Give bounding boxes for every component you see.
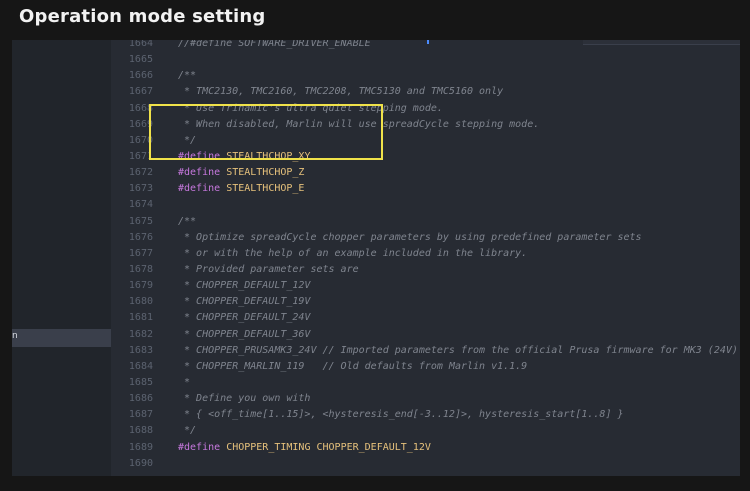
define-keyword: #define bbox=[178, 183, 221, 195]
line-number: 1687 bbox=[128, 409, 153, 421]
macro-name: STEALTHCHOP_E bbox=[226, 183, 305, 195]
line-number: 1666 bbox=[128, 70, 153, 82]
line-number: 1672 bbox=[128, 167, 153, 179]
code-comment: * Provided parameter sets are bbox=[178, 263, 359, 275]
code-comment: * CHOPPER_DEFAULT_36V bbox=[178, 328, 311, 340]
code-line[interactable]: 1690 bbox=[111, 456, 738, 472]
line-number: 1667 bbox=[128, 86, 153, 98]
code-comment: /** bbox=[178, 215, 197, 227]
line-number: 1679 bbox=[128, 280, 153, 292]
sidebar-selected-item[interactable]: n bbox=[12, 329, 111, 347]
sidebar-item-label: n bbox=[12, 331, 18, 341]
code-line[interactable]: 1684 * CHOPPER_MARLIN_119 // Old default… bbox=[111, 359, 738, 375]
code-line[interactable]: 1680 * CHOPPER_DEFAULT_19V bbox=[111, 294, 738, 310]
code-comment: * bbox=[178, 376, 191, 388]
define-keyword: #define bbox=[178, 167, 221, 179]
code-line[interactable]: 1686 * Define you own with bbox=[111, 391, 738, 407]
page-header: Operation mode setting bbox=[0, 0, 750, 40]
code-line[interactable]: 1675 /** bbox=[111, 214, 738, 230]
code-comment: * or with the help of an example include… bbox=[178, 247, 528, 259]
file-tree-sidebar: n bbox=[12, 40, 111, 476]
code-comment: */ bbox=[178, 425, 197, 437]
line-number: 1676 bbox=[128, 231, 153, 243]
code-line[interactable]: 1665 bbox=[111, 52, 738, 68]
line-number: 1678 bbox=[128, 263, 153, 275]
code-comment: * CHOPPER_PRUSAMK3_24V // Imported param… bbox=[178, 344, 738, 356]
code-comment: * Optimize spreadCycle chopper parameter… bbox=[178, 231, 642, 243]
code-line[interactable]: 1688 */ bbox=[111, 423, 738, 439]
code-comment: * CHOPPER_DEFAULT_24V bbox=[178, 312, 311, 324]
code-comment: /** bbox=[178, 70, 197, 82]
code-comment: * TMC2130, TMC2160, TMC2208, TMC5130 and… bbox=[178, 86, 504, 98]
line-number: 1674 bbox=[128, 199, 153, 211]
code-comment: * CHOPPER_DEFAULT_12V bbox=[178, 280, 311, 292]
code-line[interactable]: 1674 bbox=[111, 197, 738, 213]
code-line[interactable]: 1678 * Provided parameter sets are bbox=[111, 262, 738, 278]
page-title: Operation mode setting bbox=[19, 6, 266, 27]
code-line[interactable]: 1672 #define STEALTHCHOP_Z bbox=[111, 165, 738, 181]
line-number: 1664 bbox=[128, 40, 153, 49]
line-number: 1680 bbox=[128, 296, 153, 308]
code-comment: * { <off_time[1..15]>, <hysteresis_end[-… bbox=[178, 409, 624, 421]
code-line[interactable]: 1667 * TMC2130, TMC2160, TMC2208, TMC513… bbox=[111, 84, 738, 100]
code-line[interactable]: 1683 * CHOPPER_PRUSAMK3_24V // Imported … bbox=[111, 343, 738, 359]
code-comment: * CHOPPER_DEFAULT_19V bbox=[178, 296, 311, 308]
line-number: 1686 bbox=[128, 393, 153, 405]
code-line[interactable]: 1689 #define CHOPPER_TIMING CHOPPER_DEFAU… bbox=[111, 440, 738, 456]
line-number: 1675 bbox=[128, 215, 153, 227]
code-comment: * CHOPPER_MARLIN_119 // Old defaults fro… bbox=[178, 360, 528, 372]
code-line[interactable]: 1687 * { <off_time[1..15]>, <hysteresis_… bbox=[111, 407, 738, 423]
code-line[interactable]: 1682 * CHOPPER_DEFAULT_36V bbox=[111, 327, 738, 343]
code-line[interactable]: 1685 * bbox=[111, 375, 738, 391]
macro-name: STEALTHCHOP_Z bbox=[226, 167, 305, 179]
stealthchop-highlight-box bbox=[149, 104, 383, 160]
line-number: 1690 bbox=[128, 457, 153, 469]
line-number: 1689 bbox=[128, 441, 153, 453]
code-line[interactable]: 1664 //#define SOFTWARE_DRIVER_ENABLE bbox=[111, 40, 738, 52]
line-number: 1685 bbox=[128, 376, 153, 388]
code-line[interactable]: 1679 * CHOPPER_DEFAULT_12V bbox=[111, 278, 738, 294]
line-number: 1681 bbox=[128, 312, 153, 324]
line-number: 1665 bbox=[128, 54, 153, 66]
line-number: 1677 bbox=[128, 247, 153, 259]
line-number: 1682 bbox=[128, 328, 153, 340]
line-number: 1684 bbox=[128, 360, 153, 372]
code-comment: * Define you own with bbox=[178, 393, 311, 405]
code-line[interactable]: 1681 * CHOPPER_DEFAULT_24V bbox=[111, 310, 738, 326]
define-keyword: #define bbox=[178, 441, 221, 453]
code-line[interactable]: 1676 * Optimize spreadCycle chopper para… bbox=[111, 230, 738, 246]
code-line[interactable]: 1673 #define STEALTHCHOP_E bbox=[111, 181, 738, 197]
line-number: 1683 bbox=[128, 344, 153, 356]
code-line[interactable]: 1677 * or with the help of an example in… bbox=[111, 246, 738, 262]
macro-name: CHOPPER_TIMING CHOPPER_DEFAULT_12V bbox=[226, 441, 431, 453]
line-number: 1673 bbox=[128, 183, 153, 195]
code-line[interactable]: 1666 /** bbox=[111, 68, 738, 84]
line-number: 1688 bbox=[128, 425, 153, 437]
code-comment: //#define SOFTWARE_DRIVER_ENABLE bbox=[178, 40, 371, 49]
